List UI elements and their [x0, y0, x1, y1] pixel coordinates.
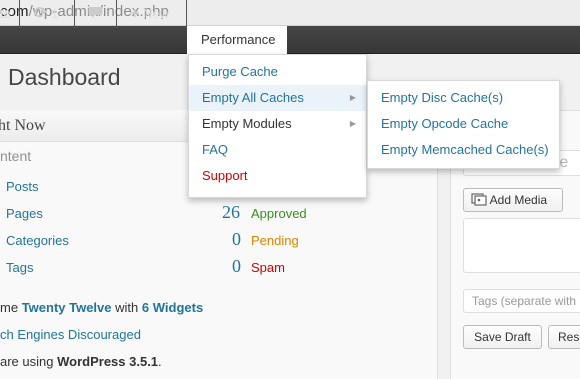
pending-count[interactable]: 0 [232, 229, 241, 250]
search-engines-discouraged-link[interactable]: ch Engines Discouraged [0, 327, 141, 342]
right-now-title: ht Now [0, 117, 46, 134]
pending-label[interactable]: Pending [251, 233, 299, 248]
submenu-arrow-icon: ▶ [349, 93, 356, 102]
admin-bar-separator [116, 0, 117, 28]
new-label: New [142, 6, 169, 21]
quick-draft-content-input[interactable] [463, 218, 580, 273]
add-media-button[interactable]: Add Media [463, 188, 563, 212]
submenu-item-empty-disc-cache[interactable]: Empty Disc Cache(s) [368, 85, 559, 111]
theme-link[interactable]: Twenty Twelve [22, 300, 112, 315]
content-link-tags[interactable]: Tags [6, 260, 33, 275]
page-title: Dashboard [8, 64, 121, 90]
empty-caches-submenu: Empty Disc Cache(s) Empty Opcode Cache E… [367, 80, 560, 169]
submenu-item-empty-opcode-cache[interactable]: Empty Opcode Cache [368, 111, 559, 137]
plus-icon: + [130, 5, 140, 22]
content-link-posts[interactable]: Posts [6, 179, 39, 194]
menu-item-label: Empty All Caches [202, 90, 304, 105]
menu-item-empty-all-caches[interactable]: Empty All Caches ▶ [189, 85, 366, 111]
approved-count[interactable]: 26 [222, 202, 240, 223]
admin-bar-separator [19, 0, 20, 28]
content-link-pages[interactable]: Pages [6, 206, 43, 221]
wordpress-version-info: are using WordPress 3.5.1. [0, 354, 162, 369]
menu-item-purge-cache[interactable]: Purge Cache [189, 59, 366, 85]
performance-menu: Purge Cache Empty All Caches ▶ Empty Mod… [188, 54, 367, 198]
content-subheader: ntent [0, 148, 32, 164]
add-media-label: Add Media [489, 193, 548, 207]
admin-bar-comments[interactable] [88, 0, 103, 28]
menu-item-label: Empty Modules [202, 116, 292, 131]
submenu-arrow-icon: ▶ [349, 119, 356, 128]
theme-mid: with [115, 300, 139, 315]
menu-item-empty-modules[interactable]: Empty Modules ▶ [189, 111, 366, 137]
theme-info: me Twenty Twelve with 6 Widgets [0, 300, 203, 315]
quick-draft-tags-input[interactable]: Tags (separate with [463, 289, 580, 313]
updates-count: 1 [51, 6, 59, 21]
admin-bar-site-name[interactable]: te [0, 0, 11, 28]
admin-bar [0, 26, 580, 54]
menu-item-faq[interactable]: FAQ [189, 137, 366, 163]
reset-button[interactable]: Rese [548, 325, 580, 349]
theme-prefix: me [0, 300, 19, 315]
spam-label[interactable]: Spam [251, 260, 285, 275]
refresh-icon: ⟳ [34, 5, 48, 22]
admin-bar-separator [74, 0, 75, 28]
browser-address-bar[interactable]: com/wp-admin/index.php [0, 0, 580, 26]
spam-count[interactable]: 0 [232, 256, 241, 277]
content-link-categories[interactable]: Categories [6, 233, 69, 248]
widgets-link[interactable]: 6 Widgets [142, 300, 203, 315]
admin-bar-new[interactable]: + New [130, 0, 169, 28]
submenu-item-empty-memcached-cache[interactable]: Empty Memcached Cache(s) [368, 137, 559, 163]
admin-bar-performance[interactable]: Performance [187, 26, 287, 54]
wp-prefix: are using [0, 354, 54, 369]
comment-bubble-icon [88, 7, 103, 18]
wp-suffix: . [158, 354, 162, 369]
admin-bar-updates[interactable]: ⟳ 1 [34, 0, 58, 28]
menu-item-support[interactable]: Support [189, 163, 366, 189]
wp-version: WordPress 3.5.1 [57, 354, 159, 369]
media-icon [471, 193, 487, 206]
admin-bar-separator [186, 0, 187, 28]
approved-label[interactable]: Approved [251, 206, 307, 221]
save-draft-button[interactable]: Save Draft [463, 325, 542, 349]
